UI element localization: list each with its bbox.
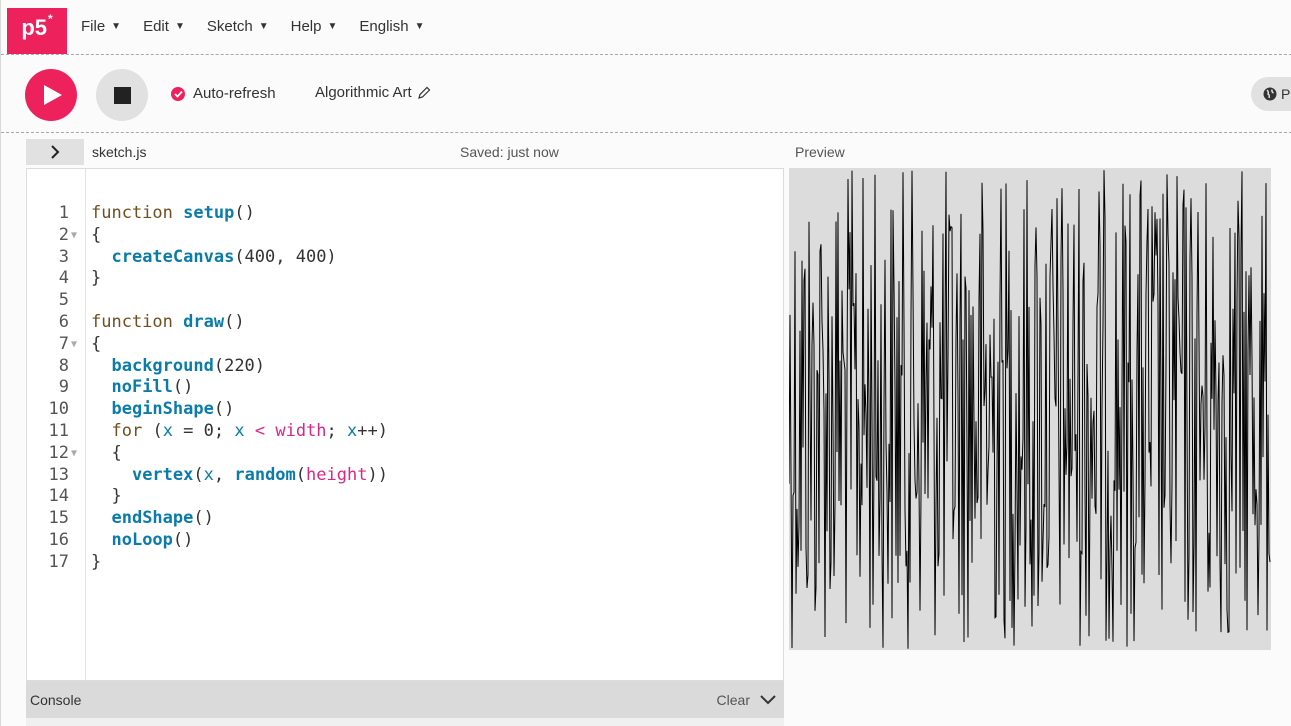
console-output xyxy=(26,718,784,726)
code-line: 15 endShape() xyxy=(48,508,214,529)
caret-down-icon: ▼ xyxy=(327,21,338,32)
preview-canvas[interactable] xyxy=(789,168,1271,650)
menu-language-label: English xyxy=(359,18,409,35)
globe-icon xyxy=(1263,87,1277,101)
console-header: Console Clear xyxy=(26,681,784,718)
code-line: 9 noFill() xyxy=(58,377,194,398)
code-line: 3 createCanvas(400, 400) xyxy=(58,246,337,267)
code-line: 14 } xyxy=(48,486,122,507)
auto-refresh-label: Auto-refresh xyxy=(193,85,276,102)
code-line: 17} xyxy=(48,551,102,572)
sidebar-toggle-button[interactable] xyxy=(26,139,84,165)
caret-down-icon: ▼ xyxy=(174,21,185,32)
vertex-line xyxy=(789,170,1271,649)
code-line: 11 for (x = 0; x < width; x++) xyxy=(48,420,388,441)
menu-edit[interactable]: Edit ▼ xyxy=(143,18,185,35)
chevron-right-icon xyxy=(51,145,60,159)
code-line: 4} xyxy=(58,268,102,289)
code-line: 6 function draw() xyxy=(58,311,245,332)
p5-logo[interactable]: p5 * xyxy=(7,8,67,54)
saved-status: Saved: just now xyxy=(460,144,559,160)
caret-down-icon: ▼ xyxy=(258,21,269,32)
toolbar: Auto-refresh Algorithmic Art P xyxy=(1,56,1291,133)
stop-button[interactable] xyxy=(96,69,148,121)
file-name: sketch.js xyxy=(92,144,147,160)
play-button[interactable] xyxy=(25,69,77,121)
play-icon xyxy=(44,85,62,105)
main-menu: File ▼ Edit ▼ Sketch ▼ Help ▼ English ▼ xyxy=(81,18,424,35)
logo-text: p5 xyxy=(21,15,47,40)
console-title: Console xyxy=(30,691,82,708)
code-line: 5 xyxy=(58,290,69,311)
code-line: 16 noLoop() xyxy=(48,529,194,550)
random-vertex-drawing xyxy=(789,170,1271,649)
code-line: 1 function setup() xyxy=(58,203,255,223)
stop-icon xyxy=(113,86,131,104)
chevron-down-icon[interactable] xyxy=(760,694,776,705)
menu-sketch-label: Sketch xyxy=(206,18,253,35)
menu-language[interactable]: English ▼ xyxy=(359,18,424,35)
project-name-text: Algorithmic Art xyxy=(315,84,412,101)
code-line: 7 ▼{ xyxy=(58,333,102,356)
code-lines[interactable]: 1 function setup() 2 ▼{ 3 createCanvas(400… xyxy=(27,203,783,574)
preview-label: Preview xyxy=(795,144,845,160)
code-line: 12 ▼ { xyxy=(48,442,122,465)
logo-asterisk: * xyxy=(48,12,53,26)
caret-down-icon: ▼ xyxy=(414,21,425,32)
preferences-button[interactable]: P xyxy=(1251,77,1291,111)
console-clear-button[interactable]: Clear xyxy=(717,692,776,708)
menu-help[interactable]: Help ▼ xyxy=(291,18,338,35)
p5-editor-app: p5 * File ▼ Edit ▼ Sketch ▼ Help ▼ Englis… xyxy=(0,0,1291,726)
code-line: 13 vertex(x, random(height)) xyxy=(48,464,388,485)
fold-arrow-icon[interactable]: ▼ xyxy=(71,334,77,356)
fold-arrow-icon[interactable]: ▼ xyxy=(71,225,77,247)
menu-help-label: Help xyxy=(290,18,322,35)
code-line: 2 ▼{ xyxy=(58,224,102,247)
auto-refresh-toggle[interactable]: Auto-refresh xyxy=(171,85,276,102)
menu-sketch[interactable]: Sketch ▼ xyxy=(207,18,269,35)
fold-arrow-icon[interactable]: ▼ xyxy=(71,443,77,465)
menu-edit-label: Edit xyxy=(143,18,169,35)
console-clear-label: Clear xyxy=(716,691,750,708)
checkbox-checked-icon[interactable] xyxy=(171,86,185,101)
top-nav: p5 * File ▼ Edit ▼ Sketch ▼ Help ▼ Englis… xyxy=(1,0,1291,55)
pencil-icon xyxy=(417,86,431,99)
menu-file-label: File xyxy=(81,18,106,35)
code-line: 10 beginShape() xyxy=(48,399,235,420)
project-name[interactable]: Algorithmic Art xyxy=(315,84,431,101)
code-line: 8 background(220) xyxy=(58,355,266,376)
preferences-label: P xyxy=(1281,86,1291,102)
code-editor[interactable]: 1 function setup() 2 ▼{ 3 createCanvas(400… xyxy=(26,168,784,681)
menu-file[interactable]: File ▼ xyxy=(81,18,121,35)
caret-down-icon: ▼ xyxy=(111,21,122,32)
